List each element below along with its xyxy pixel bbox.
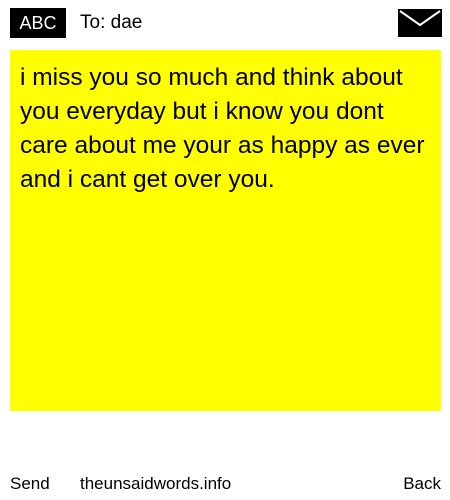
recipient-label: To: dae: [80, 12, 143, 33]
envelope-icon[interactable]: [398, 9, 442, 37]
input-mode-badge[interactable]: ABC: [10, 8, 66, 38]
back-button[interactable]: Back: [403, 470, 441, 498]
message-text: i miss you so much and think about you e…: [20, 64, 425, 193]
send-button[interactable]: Send: [10, 470, 50, 498]
header-bar: ABC To: dae: [0, 0, 450, 48]
site-link[interactable]: theunsaidwords.info: [80, 470, 231, 498]
footer-bar: Send theunsaidwords.info Back: [0, 470, 450, 500]
message-body[interactable]: i miss you so much and think about you e…: [10, 50, 441, 411]
